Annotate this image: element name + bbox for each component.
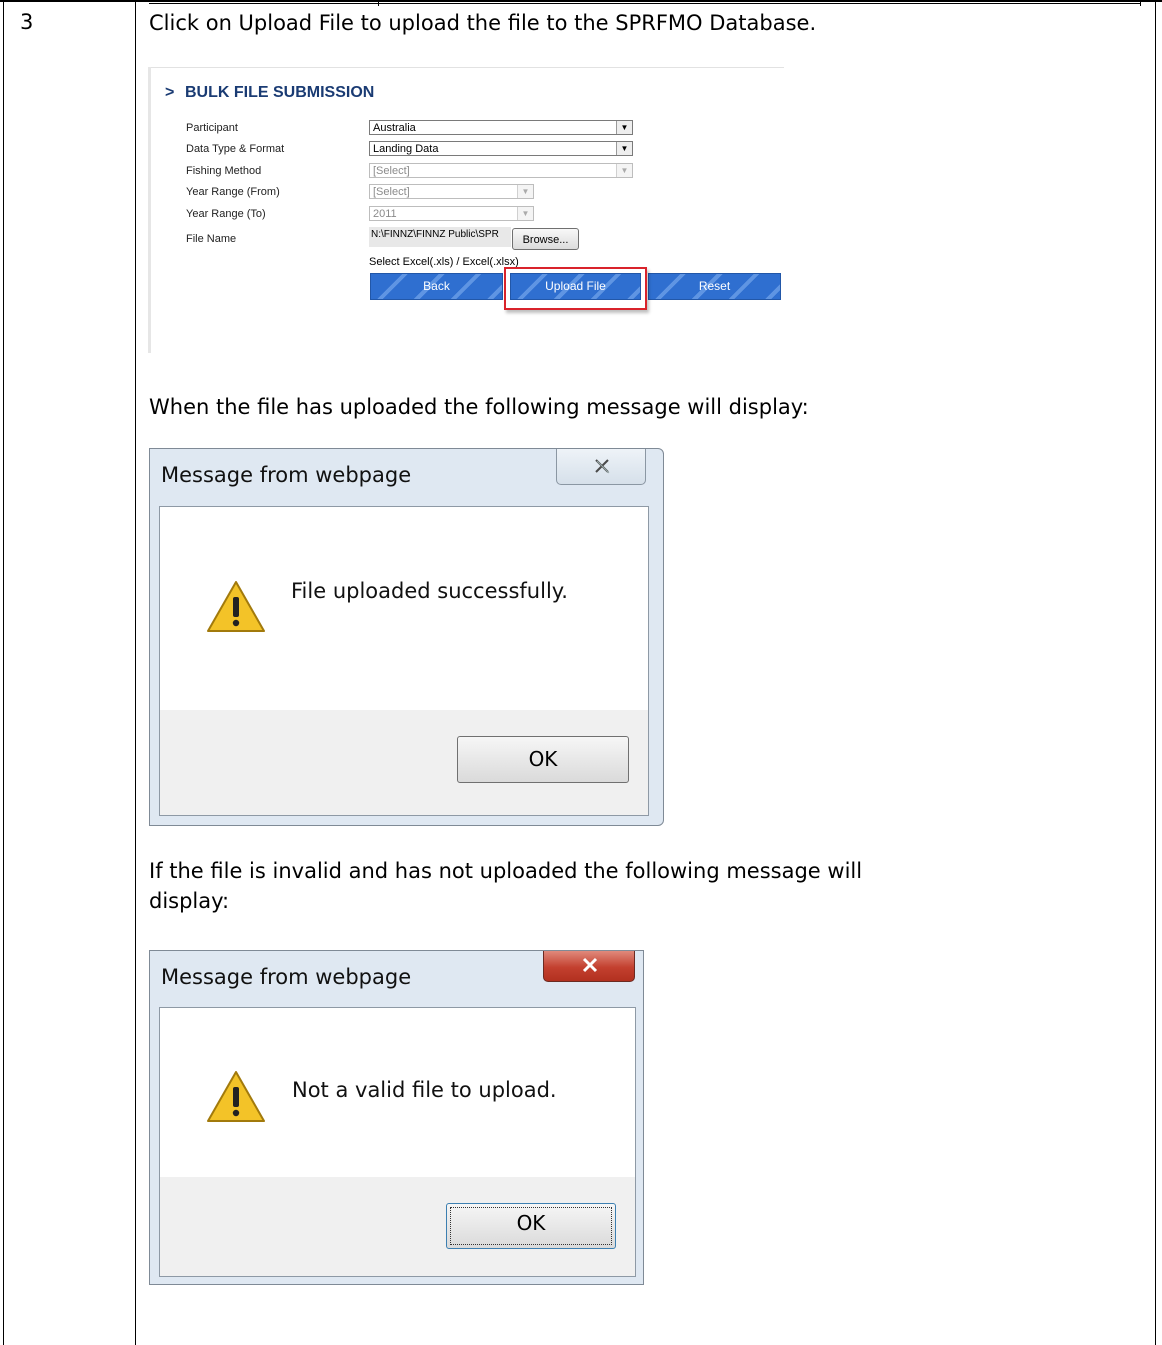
invalid-intro-line2: display: [149,889,230,913]
dialog-footer: OK [160,710,648,815]
dialog-title: Message from webpage [161,965,412,989]
year-to-label: Year Range (To) [186,208,266,220]
file-name-label: File Name [186,233,237,245]
dialog-body: Not a valid file to upload. OK [159,1007,636,1277]
screenshot-left-edge [148,67,151,353]
back-button[interactable]: Back [370,273,503,300]
warning-icon [207,581,265,632]
dialog-message: Not a valid file to upload. [292,1078,557,1102]
participant-select[interactable]: Australia ▼ [369,120,633,135]
header-cell-tick-right [1140,0,1141,6]
file-type-hint: Select Excel(.xls) / Excel(.xlsx) [369,256,519,268]
reset-button[interactable]: Reset [648,273,781,300]
table-left-border [3,0,4,1345]
dropdown-arrow-icon[interactable]: ▼ [616,121,632,134]
dialog-footer: OK [160,1177,635,1276]
ok-button[interactable]: OK [446,1203,616,1249]
ok-button[interactable]: OK [457,736,629,783]
instruction-text: Click on Upload File to upload the file … [149,11,817,35]
form-title: BULK FILE SUBMISSION [185,84,375,101]
dropdown-arrow-icon[interactable]: ▼ [517,207,533,220]
close-x-glyph [595,459,610,474]
dropdown-arrow-icon[interactable]: ▼ [517,185,533,198]
close-icon[interactable] [543,951,635,982]
table-top-border-inner [149,3,1141,4]
dropdown-arrow-icon[interactable]: ▼ [616,164,632,177]
dropdown-arrow-icon[interactable]: ▼ [616,142,632,155]
invalid-intro-line1: If the file is invalid and has not uploa… [149,859,863,883]
dialog-title: Message from webpage [161,463,412,487]
browse-button[interactable]: Browse... [512,228,579,250]
chevron-right-icon: > [165,84,175,101]
participant-label: Participant [186,122,238,134]
close-icon[interactable] [556,449,646,485]
year-from-select[interactable]: [Select] ▼ [369,184,534,199]
dialog-body: File uploaded successfully. OK [159,506,649,816]
bulk-file-submission-screenshot: > BULK FILE SUBMISSION Participant Austr… [148,67,784,353]
data-type-label: Data Type & Format [186,143,285,155]
close-x-glyph [582,957,598,973]
table-column-divider [135,0,136,1345]
file-name-input[interactable]: N:\FINNZ\FINNZ Public\SPR [369,227,511,247]
data-type-select[interactable]: Landing Data ▼ [369,141,633,156]
table-top-border [0,0,1162,2]
warning-icon [207,1071,265,1122]
year-from-label: Year Range (From) [186,186,280,198]
fishing-method-label: Fishing Method [186,165,262,177]
dialog-message: File uploaded successfully. [291,579,568,603]
fishing-method-select[interactable]: [Select] ▼ [369,163,633,178]
year-to-value: 2011 [373,208,397,220]
success-intro-text: When the file has uploaded the following… [149,395,809,419]
year-from-value: [Select] [373,186,410,198]
data-type-value: Landing Data [373,143,439,155]
invalid-dialog: Message from webpage Not a valid file to… [149,950,644,1285]
success-dialog: Message from webpage File uploaded succe… [149,448,664,826]
fishing-method-value: [Select] [373,165,410,177]
table-right-border [1155,0,1156,1345]
step-number: 3 [20,10,34,34]
upload-highlight-box [504,267,647,310]
year-to-select[interactable]: 2011 ▼ [369,206,534,221]
invalid-intro-text: If the file is invalid and has not uploa… [149,856,862,916]
header-cell-tick [378,0,379,6]
participant-value: Australia [373,122,416,134]
screenshot-top-rule [148,67,784,68]
